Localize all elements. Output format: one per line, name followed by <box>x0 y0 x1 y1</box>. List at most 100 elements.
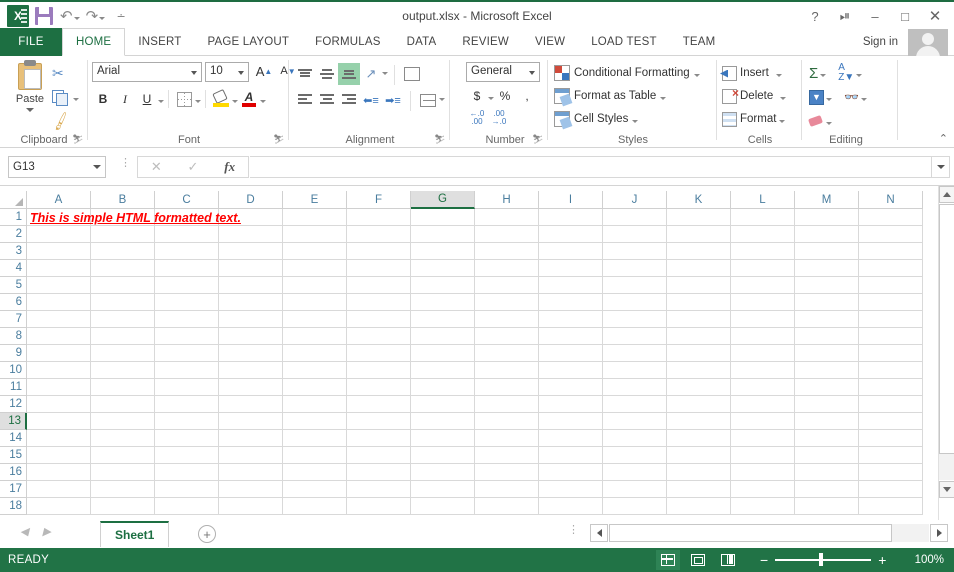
vertical-scroll-track[interactable] <box>939 454 954 480</box>
cell-D10[interactable] <box>219 362 283 379</box>
next-sheet-button[interactable]: ▶ <box>42 525 50 538</box>
cell-E16[interactable] <box>283 464 347 481</box>
cancel-formula-button[interactable]: ✕ <box>138 157 175 177</box>
cell-B11[interactable] <box>91 379 155 396</box>
tab-page-layout[interactable]: PAGE LAYOUT <box>194 28 302 56</box>
cell-N10[interactable] <box>859 362 923 379</box>
cell-L11[interactable] <box>731 379 795 396</box>
cell-M11[interactable] <box>795 379 859 396</box>
chevron-down-icon[interactable] <box>195 100 201 103</box>
cell-B2[interactable] <box>91 226 155 243</box>
cell-L16[interactable] <box>731 464 795 481</box>
cell-I14[interactable] <box>539 430 603 447</box>
cell-C14[interactable] <box>155 430 219 447</box>
row-header-9[interactable]: 9 <box>0 345 27 362</box>
cell-I6[interactable] <box>539 294 603 311</box>
cell-H15[interactable] <box>475 447 539 464</box>
cell-F16[interactable] <box>347 464 411 481</box>
cell-F1[interactable] <box>347 209 411 226</box>
cell-B10[interactable] <box>91 362 155 379</box>
cell-N5[interactable] <box>859 277 923 294</box>
cell-B3[interactable] <box>91 243 155 260</box>
zoom-level-label[interactable]: 100% <box>915 548 944 572</box>
cell-H12[interactable] <box>475 396 539 413</box>
cell-J4[interactable] <box>603 260 667 277</box>
cell-G14[interactable] <box>411 430 475 447</box>
cell-I8[interactable] <box>539 328 603 345</box>
cell-B12[interactable] <box>91 396 155 413</box>
cell-G15[interactable] <box>411 447 475 464</box>
cell-A2[interactable] <box>27 226 91 243</box>
center-button[interactable] <box>316 89 338 111</box>
cell-D4[interactable] <box>219 260 283 277</box>
column-header-M[interactable]: M <box>795 191 859 209</box>
row-header-4[interactable]: 4 <box>0 260 27 277</box>
cell-N3[interactable] <box>859 243 923 260</box>
row-header-6[interactable]: 6 <box>0 294 27 311</box>
cell-M17[interactable] <box>795 481 859 498</box>
cell-M6[interactable] <box>795 294 859 311</box>
font-name-input[interactable]: Arial <box>92 62 202 82</box>
cell-N7[interactable] <box>859 311 923 328</box>
top-align-button[interactable] <box>294 63 316 85</box>
horizontal-scroll-thumb[interactable] <box>609 524 892 542</box>
zoom-out-button[interactable]: − <box>760 553 768 567</box>
column-header-K[interactable]: K <box>667 191 731 209</box>
format-painter-button[interactable]: 🖌 <box>50 110 82 132</box>
tab-data[interactable]: DATA <box>394 28 450 56</box>
cell-M5[interactable] <box>795 277 859 294</box>
tab-team[interactable]: TEAM <box>670 28 729 56</box>
column-header-B[interactable]: B <box>91 191 155 209</box>
cell-N8[interactable] <box>859 328 923 345</box>
cell-M7[interactable] <box>795 311 859 328</box>
align-left-button[interactable] <box>294 89 316 111</box>
cell-G17[interactable] <box>411 481 475 498</box>
cell-D11[interactable] <box>219 379 283 396</box>
row-header-11[interactable]: 11 <box>0 379 27 396</box>
cell-F14[interactable] <box>347 430 411 447</box>
cell-D5[interactable] <box>219 277 283 294</box>
cell-H6[interactable] <box>475 294 539 311</box>
cell-G2[interactable] <box>411 226 475 243</box>
sign-in-link[interactable]: Sign in <box>863 28 898 56</box>
column-header-I[interactable]: I <box>539 191 603 209</box>
cell-I12[interactable] <box>539 396 603 413</box>
cell-D2[interactable] <box>219 226 283 243</box>
cell-E13[interactable] <box>283 413 347 430</box>
view-page-break-button[interactable] <box>716 550 740 570</box>
sort-filter-button[interactable]: A Z▼ <box>836 62 864 84</box>
row-header-15[interactable]: 15 <box>0 447 27 464</box>
cell-D9[interactable] <box>219 345 283 362</box>
cell-H14[interactable] <box>475 430 539 447</box>
row-header-8[interactable]: 8 <box>0 328 27 345</box>
chevron-down-icon[interactable] <box>158 100 164 103</box>
cell-A9[interactable] <box>27 345 91 362</box>
chevron-down-icon[interactable] <box>382 72 388 75</box>
cell-N12[interactable] <box>859 396 923 413</box>
cell-C11[interactable] <box>155 379 219 396</box>
underline-button[interactable]: U <box>136 88 158 110</box>
cell-B5[interactable] <box>91 277 155 294</box>
font-color-button[interactable]: A <box>238 88 260 110</box>
cell-C4[interactable] <box>155 260 219 277</box>
cell-J8[interactable] <box>603 328 667 345</box>
tab-review[interactable]: REVIEW <box>449 28 522 56</box>
help-button[interactable]: ? <box>800 4 830 28</box>
cell-L14[interactable] <box>731 430 795 447</box>
decrease-indent-button[interactable]: ⬅≡ <box>360 89 382 111</box>
cell-N1[interactable] <box>859 209 923 226</box>
cell-D18[interactable] <box>219 498 283 515</box>
cell-M15[interactable] <box>795 447 859 464</box>
cell-I9[interactable] <box>539 345 603 362</box>
cell-K15[interactable] <box>667 447 731 464</box>
column-header-D[interactable]: D <box>219 191 283 209</box>
cell-I10[interactable] <box>539 362 603 379</box>
cell-G6[interactable] <box>411 294 475 311</box>
cut-button[interactable]: ✂ <box>52 62 82 84</box>
cell-E1[interactable] <box>283 209 347 226</box>
cell-M9[interactable] <box>795 345 859 362</box>
format-as-table-button[interactable]: Format as Table <box>554 85 667 107</box>
cell-I2[interactable] <box>539 226 603 243</box>
cell-G4[interactable] <box>411 260 475 277</box>
cell-M3[interactable] <box>795 243 859 260</box>
